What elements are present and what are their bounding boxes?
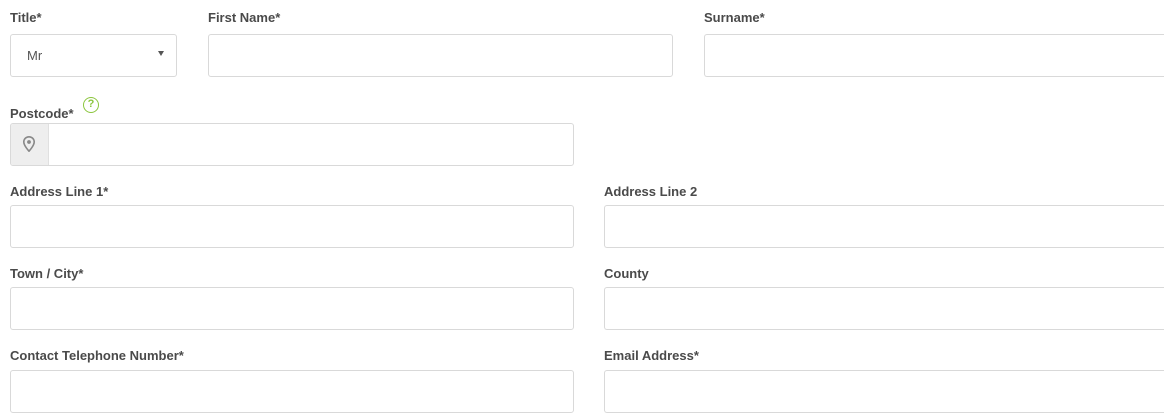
telephone-label: Contact Telephone Number* (10, 348, 184, 363)
postcode-label: Postcode* (10, 106, 74, 121)
postcode-input[interactable] (49, 124, 573, 165)
county-label: County (604, 266, 649, 281)
town-city-label: Town / City* (10, 266, 84, 281)
postcode-addon (11, 124, 49, 165)
address-line-2-field[interactable] (604, 205, 1164, 248)
question-circle-icon[interactable]: ? (83, 97, 99, 113)
email-field[interactable] (604, 370, 1164, 413)
county-field[interactable] (604, 287, 1164, 330)
first-name-field[interactable] (208, 34, 673, 77)
email-label: Email Address* (604, 348, 699, 363)
postcode-field[interactable] (10, 123, 574, 166)
map-marker-icon (23, 136, 35, 152)
first-name-input[interactable] (209, 35, 672, 76)
chevron-down-icon (158, 51, 164, 56)
title-select[interactable]: Mr (10, 34, 177, 77)
address-line-1-label: Address Line 1* (10, 184, 109, 199)
address-line-2-input[interactable] (605, 206, 1164, 247)
town-city-field[interactable] (10, 287, 574, 330)
county-input[interactable] (605, 288, 1164, 329)
surname-input[interactable] (705, 35, 1164, 76)
telephone-field[interactable] (10, 370, 574, 413)
town-city-input[interactable] (11, 288, 573, 329)
title-select-value: Mr (27, 48, 43, 63)
surname-field[interactable] (704, 34, 1164, 77)
email-input[interactable] (605, 371, 1164, 412)
telephone-input[interactable] (11, 371, 573, 412)
title-label: Title* (10, 10, 42, 25)
first-name-label: First Name* (208, 10, 281, 25)
address-line-2-label: Address Line 2 (604, 184, 698, 199)
address-line-1-input[interactable] (11, 206, 573, 247)
address-line-1-field[interactable] (10, 205, 574, 248)
surname-label: Surname* (704, 10, 765, 25)
